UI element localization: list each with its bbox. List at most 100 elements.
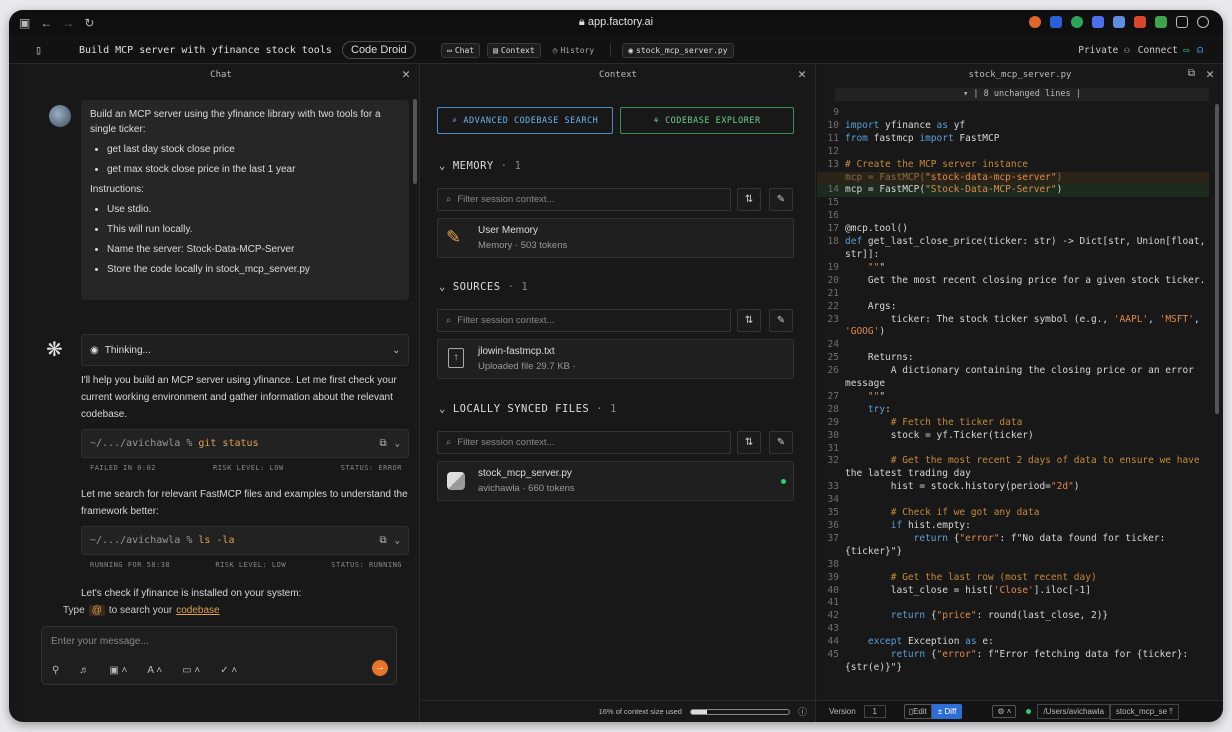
- extension-icon[interactable]: [1176, 16, 1188, 28]
- line-number: 44: [827, 636, 839, 648]
- extension-icon[interactable]: [1113, 16, 1125, 28]
- tab-context[interactable]: ▤ Context: [487, 42, 541, 58]
- tab-chat[interactable]: ▭ Chat: [441, 42, 481, 58]
- terminal-command[interactable]: ~/.../avichawla% ls -la ⧉ ⌄: [81, 526, 409, 555]
- sources-section-header[interactable]: ⌄ SOURCES · 1: [439, 281, 528, 293]
- memory-filter-input[interactable]: ⌕ Filter session context...: [437, 188, 731, 211]
- advanced-search-button[interactable]: ⌕ ADVANCED CODEBASE SEARCH: [437, 107, 613, 134]
- line-number: 27: [827, 390, 839, 402]
- edit-button[interactable]: ✎: [769, 431, 793, 454]
- copy-icon[interactable]: ⧉: [379, 535, 386, 546]
- instruction-list: Use stdio. This will run locally. Name t…: [90, 202, 400, 277]
- code-text: stock = yf.Ticker(ticker): [845, 429, 1034, 441]
- code-line: 26 A dictionary containing the closing p…: [817, 365, 1209, 378]
- close-icon[interactable]: ✕: [402, 67, 410, 82]
- close-icon[interactable]: ✕: [798, 67, 806, 82]
- unchanged-lines-banner[interactable]: ▾ | 8 unchanged lines |: [835, 88, 1209, 101]
- line-number: 31: [827, 442, 839, 454]
- extension-icon[interactable]: [1050, 16, 1062, 28]
- scrollbar[interactable]: [1215, 104, 1219, 414]
- headset-icon[interactable]: ☊: [1197, 45, 1203, 56]
- droid-badge[interactable]: Code Droid: [342, 41, 416, 59]
- line-number: 32: [827, 455, 839, 467]
- sort-button[interactable]: ⇅: [737, 431, 761, 454]
- model-icon[interactable]: A ˄: [147, 665, 162, 676]
- version-input[interactable]: 1: [863, 705, 886, 718]
- connect-button[interactable]: Connect ▭: [1138, 45, 1190, 56]
- sort-icon: ⇅: [744, 315, 754, 326]
- line-number: 29: [827, 416, 839, 428]
- extension-icon[interactable]: [1029, 16, 1041, 28]
- chevron-down-icon[interactable]: ⌄: [395, 536, 400, 546]
- edit-mode-button[interactable]: ▯Edit: [903, 704, 932, 719]
- code-text: Args:: [845, 300, 897, 312]
- attach-icon[interactable]: ⚲: [52, 665, 59, 676]
- edit-button[interactable]: ✎: [769, 188, 793, 211]
- path-chip[interactable]: /Users/avichawla: [1037, 704, 1110, 719]
- file-chip[interactable]: stock_mcp_se ⤒: [1109, 703, 1179, 720]
- synced-filter-input[interactable]: ⌕ Filter session context...: [437, 431, 731, 454]
- code-text: the latest trading day: [845, 468, 971, 480]
- code-view[interactable]: 9 10 import yfinance as yf 11 from fastmcp …: [817, 107, 1209, 675]
- close-icon[interactable]: ✕: [1206, 67, 1214, 82]
- tab-file[interactable]: ◉ stock_mcp_server.py: [622, 42, 734, 58]
- extension-icon[interactable]: [1155, 16, 1167, 28]
- thinking-toggle[interactable]: ◉ Thinking... ⌄: [81, 334, 409, 366]
- extension-icon[interactable]: [1071, 16, 1083, 28]
- editor-panel: stock_mcp_server.py ⧉ ✕ ▾ | 8 unchanged …: [817, 64, 1223, 722]
- chat-panel: Chat ✕ Build an MCP server using the yfin…: [23, 64, 420, 722]
- session-header: ▯ Build MCP server with yfinance stock t…: [9, 36, 1223, 64]
- synced-files-section-header[interactable]: ⌄ LOCALLY SYNCED FILES · 1: [439, 403, 617, 415]
- status-dot: [1026, 709, 1032, 714]
- extension-icon[interactable]: [1092, 16, 1104, 28]
- source-item[interactable]: ↑ jlowin-fastmcp.txt Uploaded file 29.7 …: [437, 339, 794, 379]
- code-line: message: [817, 378, 1209, 391]
- folder-icon[interactable]: ▣ ˄: [109, 665, 127, 676]
- code-line: 14 mcp = FastMCP("Stock-Data-MCP-Server"): [817, 184, 1209, 198]
- line-number: 42: [827, 610, 839, 622]
- terminal-command[interactable]: ~/.../avichawla% git status ⧉ ⌄: [81, 429, 409, 458]
- line-number: 37: [827, 532, 839, 544]
- scrollbar[interactable]: [413, 99, 417, 184]
- panel-toggle-icon[interactable]: ▯: [35, 43, 42, 57]
- code-line: mcp = FastMCP("stock-data-mcp-server"): [817, 171, 1209, 185]
- toolbox-icon[interactable]: ▭ ˄: [182, 665, 200, 676]
- sources-filter-input[interactable]: ⌕ Filter session context...: [437, 309, 731, 332]
- settings-icon[interactable]: ⚙ ˄: [992, 705, 1017, 718]
- edit-button[interactable]: ✎: [769, 309, 793, 332]
- menu-icon[interactable]: [1197, 16, 1209, 28]
- copy-icon[interactable]: ⧉: [1188, 68, 1195, 79]
- sort-button[interactable]: ⇅: [737, 309, 761, 332]
- tab-history[interactable]: ◷ History: [548, 44, 600, 57]
- code-line: 12: [817, 146, 1209, 159]
- memory-section-header[interactable]: ⌄ MEMORY · 1: [439, 160, 521, 172]
- message-input[interactable]: Enter your message... ⚲ ♬ ▣ ˄ A ˄ ▭ ˄ ✓ …: [41, 626, 397, 685]
- context-panel: Context ✕ ⌕ ADVANCED CODEBASE SEARCH ⚘ CODE…: [421, 64, 816, 722]
- code-line: 16: [817, 210, 1209, 223]
- info-icon[interactable]: ⓘ: [798, 705, 807, 718]
- code-line: {ticker}"}: [817, 546, 1209, 559]
- extension-icon[interactable]: [1134, 16, 1146, 28]
- code-line: 27 """: [817, 391, 1209, 404]
- code-line: 24: [817, 339, 1209, 352]
- private-toggle[interactable]: Private ⚇: [1078, 45, 1130, 56]
- code-line: 28 try:: [817, 404, 1209, 417]
- synced-file-item[interactable]: stock_mcp_server.py avichawla · 660 toke…: [437, 461, 794, 501]
- microphone-icon[interactable]: ♬: [79, 665, 89, 676]
- code-line: 42 return {"price": round(last_close, 2)…: [817, 610, 1209, 623]
- codebase-link[interactable]: codebase: [176, 605, 219, 616]
- copy-icon[interactable]: ⧉: [379, 438, 386, 449]
- memory-item[interactable]: ✎ User Memory Memory · 503 tokens: [437, 218, 794, 258]
- autonomy-icon[interactable]: ✓ ˄: [220, 665, 237, 676]
- send-button[interactable]: →: [372, 660, 388, 676]
- chevron-down-icon[interactable]: ⌄: [395, 439, 400, 449]
- memory-icon: ✎: [446, 227, 462, 247]
- lock-icon: 🔒︎: [578, 16, 588, 28]
- diff-mode-button[interactable]: ± Diff: [931, 704, 963, 719]
- codebase-explorer-button[interactable]: ⚘ CODEBASE EXPLORER: [620, 107, 794, 134]
- python-icon: [447, 472, 465, 490]
- sort-button[interactable]: ⇅: [737, 188, 761, 211]
- search-icon: ⌕: [451, 115, 458, 126]
